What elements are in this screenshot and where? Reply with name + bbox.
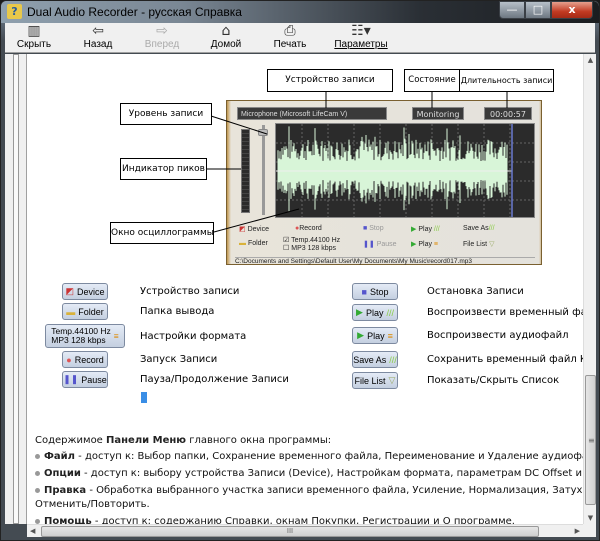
minimize-button[interactable]: —	[499, 1, 525, 19]
horizontal-scrollbar[interactable]: ◀ III ▶	[27, 524, 583, 537]
print-button[interactable]: ⎙ Печать	[269, 23, 311, 52]
device-button[interactable]: ◩ Device	[62, 283, 108, 300]
menu-item-options: Опции - доступ к: выбору устройства Запи…	[35, 468, 583, 479]
callout-duration: Длительность записи	[459, 69, 554, 92]
home-icon: ⌂	[221, 23, 231, 39]
scroll-up-icon[interactable]: ▲	[584, 56, 597, 64]
folder-button[interactable]: ▬ Folder	[62, 303, 108, 320]
bullet-icon	[35, 487, 40, 493]
callout-peak: Индикатор пиков	[120, 158, 207, 180]
play-icon: ▶	[357, 330, 365, 340]
temp-wave-icon: ///	[389, 354, 397, 365]
stop-description: Остановка Записи	[427, 286, 524, 297]
format-icon: ≡	[113, 330, 119, 341]
navigation-pane-collapsed	[5, 54, 27, 524]
callout-level: Уровень записи	[120, 103, 212, 125]
scroll-right-icon[interactable]: ▶	[575, 525, 580, 538]
back-arrow-icon: ⇦	[92, 23, 104, 39]
vertical-scroll-thumb[interactable]: ≡	[585, 375, 596, 505]
back-button[interactable]: ⇦ Назад	[77, 23, 119, 52]
scroll-left-icon[interactable]: ◀	[30, 525, 35, 538]
hide-button[interactable]: ▥ Скрыть	[13, 23, 55, 52]
scroll-corner	[583, 524, 596, 537]
play-file-button[interactable]: ▶ Play ≡	[352, 327, 398, 344]
close-button[interactable]: x	[551, 1, 593, 19]
save-as-button[interactable]: Save As///	[352, 351, 398, 368]
temp-wave-icon: ///	[386, 307, 394, 318]
forward-button[interactable]: ⇨ Вперед	[141, 23, 183, 52]
horizontal-scroll-thumb[interactable]: III	[41, 526, 539, 537]
callout-waveform: Окно осциллограммы	[110, 222, 214, 244]
menu-item-edit: Правка - Обработка выбранного участка за…	[35, 485, 583, 496]
printer-icon: ⎙	[284, 23, 296, 39]
hide-pane-icon: ▥	[27, 23, 41, 39]
stop-button[interactable]: ■ Stop	[352, 283, 398, 300]
maximize-button[interactable]: □	[525, 1, 551, 19]
list-toggle-icon: ▽	[388, 375, 396, 385]
record-icon: ●	[66, 354, 72, 365]
scroll-down-icon[interactable]: ▼	[584, 514, 597, 522]
options-button[interactable]: ☷▾ Параметры	[333, 23, 389, 52]
save-as-description: Сохранить временный файл Как...	[427, 354, 583, 365]
format-description: Настройки формата	[140, 331, 247, 342]
play-icon: ▶	[356, 307, 363, 317]
grip-icon: ≡	[588, 436, 595, 445]
pause-button[interactable]: ❚❚ Pause	[62, 371, 108, 388]
play-temp-button[interactable]: ▶ Play///	[352, 304, 398, 321]
stop-icon: ■	[361, 286, 367, 297]
callout-device: Устройство записи	[267, 69, 393, 92]
file-list-description: Показать/Скрыть Список	[427, 375, 560, 386]
pane-splitter[interactable]	[13, 54, 19, 524]
bullet-icon	[35, 453, 40, 459]
pause-icon: ❚❚	[63, 374, 79, 384]
bullet-icon	[35, 470, 40, 476]
text-cursor-marker	[141, 392, 147, 403]
window-title: Dual Audio Recorder - русская Справка	[27, 5, 242, 19]
help-content: Microphone (Microsoft LifeCam V) Monitor…	[27, 54, 583, 524]
bullet-icon	[35, 518, 40, 524]
vertical-scrollbar[interactable]: ▲ ≡ ▼	[583, 54, 596, 524]
device-description: Устройство записи	[140, 286, 240, 297]
title-bar: ? Dual Audio Recorder - русская Справка …	[1, 1, 599, 23]
forward-arrow-icon: ⇨	[156, 23, 168, 39]
menu-item-file: Файл - доступ к: Выбор папки, Сохранение…	[35, 451, 583, 462]
format-button[interactable]: Temp.44100 Hz MP3 128 kbps ≡	[45, 324, 125, 348]
record-description: Запуск Записи	[140, 354, 218, 365]
home-button[interactable]: ⌂ Домой	[205, 23, 247, 52]
play-file-description: Воспроизвести аудиофайл	[427, 330, 569, 341]
file-stack-icon: ≡	[387, 330, 393, 341]
pause-description: Пауза/Продолжение Записи	[140, 374, 289, 385]
menu-item-edit-cont: Отменить/Повторить.	[35, 499, 150, 510]
help-app-icon: ?	[7, 4, 22, 19]
device-icon: ◩	[65, 286, 74, 296]
folder-icon: ▬	[66, 306, 76, 317]
record-button[interactable]: ● Record	[62, 351, 108, 368]
folder-description: Папка вывода	[140, 306, 215, 317]
help-toolbar: ▥ Скрыть ⇦ Назад ⇨ Вперед ⌂ Домой ⎙ Печать ☷▾…	[5, 23, 595, 53]
file-list-button[interactable]: File List ▽	[352, 372, 398, 389]
callout-state: Состояние	[404, 69, 460, 92]
help-window: ? Dual Audio Recorder - русская Справка …	[0, 0, 600, 541]
menu-intro: Содержимое Панели Меню главного окна про…	[35, 435, 332, 446]
options-icon: ☷▾	[351, 23, 371, 39]
play-temp-description: Воспроизвести временный файл	[427, 307, 583, 318]
menu-item-help: Помощь - доступ к: содержанию Справки, о…	[35, 516, 515, 524]
